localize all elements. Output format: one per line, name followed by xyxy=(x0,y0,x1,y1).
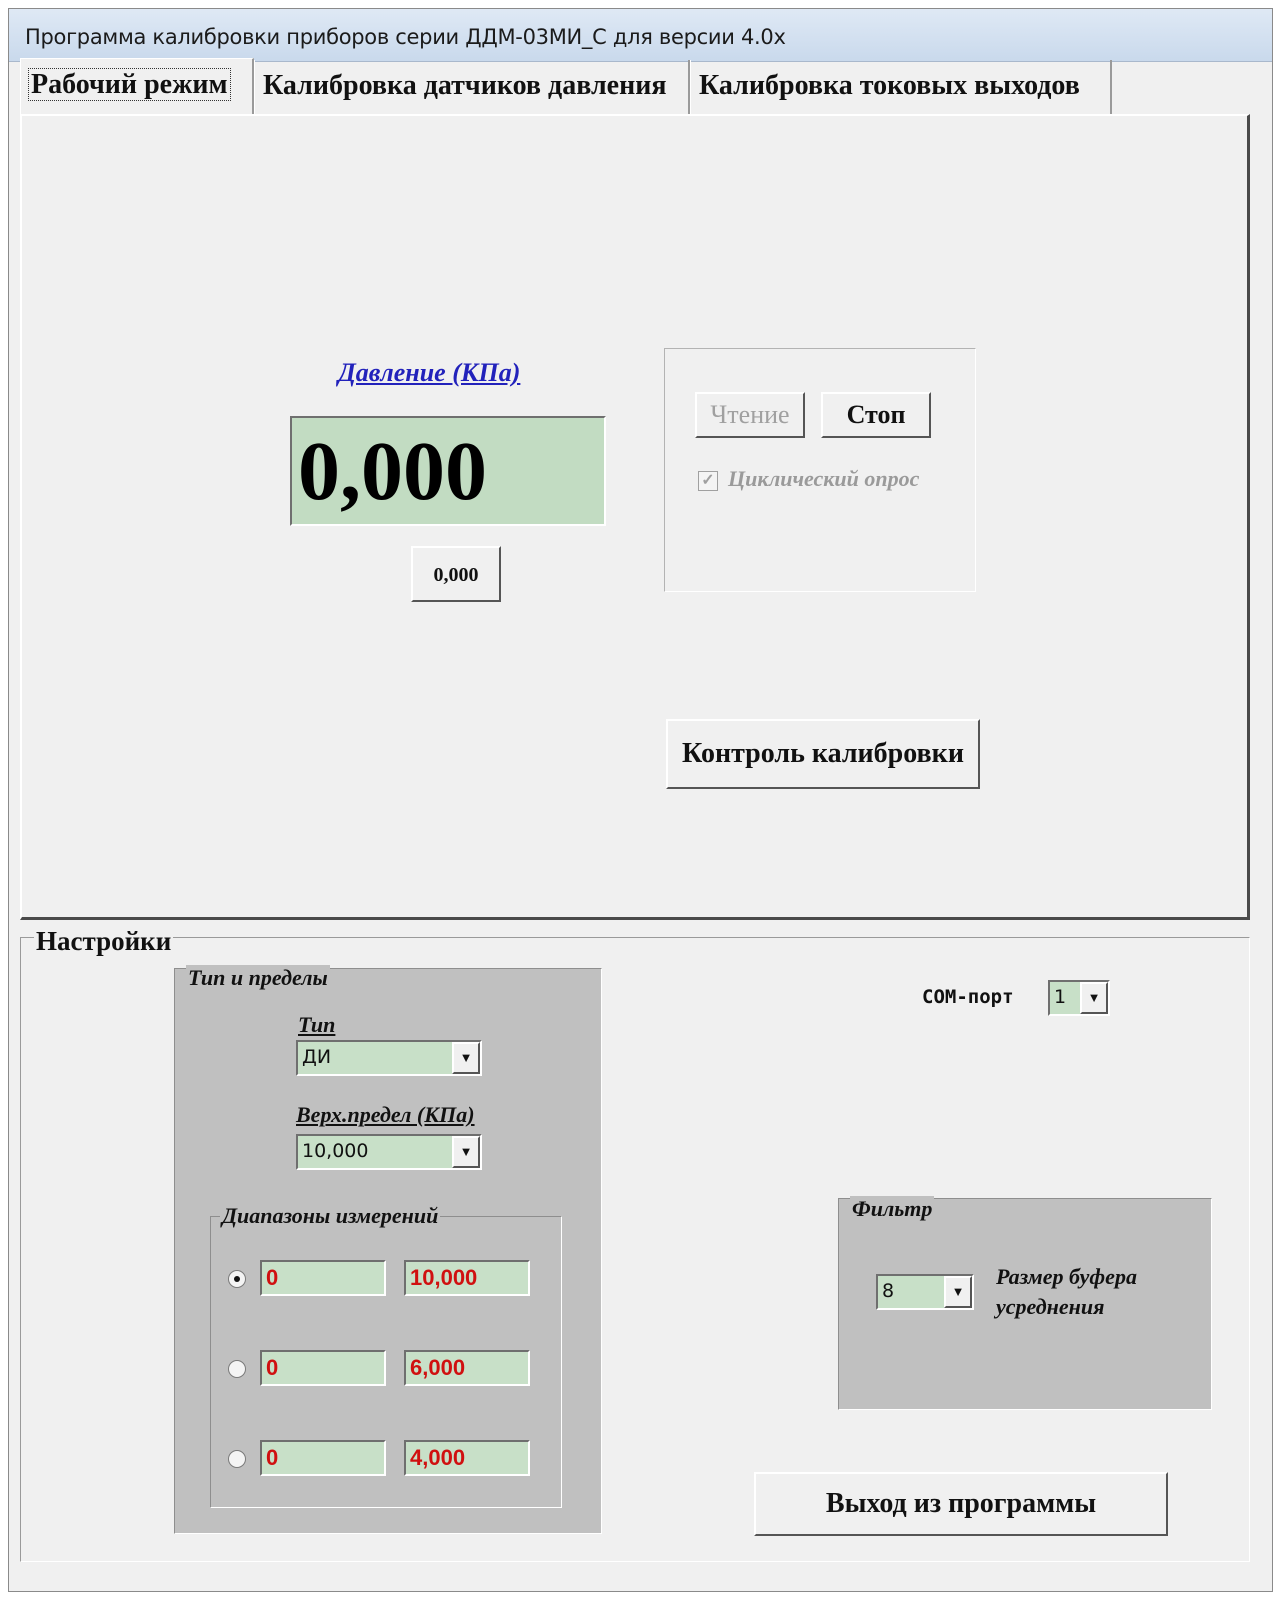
tab-work-mode-label: Рабочий режим xyxy=(28,68,231,101)
range-1-max-input[interactable]: 10,000 xyxy=(404,1260,530,1296)
tab-current-output-calibration[interactable]: Калибровка токовых выходов xyxy=(690,60,1112,114)
chevron-down-icon[interactable]: ▼ xyxy=(452,1042,480,1074)
com-port-select-value: 1 xyxy=(1054,986,1067,1008)
filter-title: Фильтр xyxy=(850,1196,935,1222)
upper-limit-label: Верх.предел (КПа) xyxy=(296,1102,475,1127)
type-select[interactable]: ДИ ▼ xyxy=(296,1040,482,1076)
upper-limit-select[interactable]: 10,000 ▼ xyxy=(296,1134,482,1170)
range-3-min-input[interactable]: 0 xyxy=(260,1440,386,1476)
range-2-max-input[interactable]: 6,000 xyxy=(404,1350,530,1386)
tab-work-mode[interactable]: Рабочий режим xyxy=(20,58,254,116)
cyclic-poll-label: Циклический опрос xyxy=(728,466,920,491)
calibration-control-button[interactable]: Контроль калибровки xyxy=(666,719,980,789)
tab-current-output-calibration-label: Калибровка токовых выходов xyxy=(699,70,1080,101)
pressure-label[interactable]: Давление (КПа) xyxy=(338,358,520,388)
cyclic-poll-checkbox[interactable]: ✓ Циклический опрос xyxy=(698,466,919,492)
checkbox-check-icon: ✓ xyxy=(698,470,718,491)
buffer-size-label: Размер буфера усреднения xyxy=(996,1264,1137,1319)
pressure-value-button[interactable]: 0,000 xyxy=(411,546,501,602)
stop-button[interactable]: Стоп xyxy=(821,392,931,438)
com-port-label: СОМ-порт xyxy=(922,986,1014,1008)
range-1-min-input[interactable]: 0 xyxy=(260,1260,386,1296)
title-bar: Программа калибровки приборов серии ДДМ-… xyxy=(9,9,1272,62)
range-3-max-input[interactable]: 4,000 xyxy=(404,1440,530,1476)
type-limits-title: Тип и пределы xyxy=(186,965,330,991)
range-radio-1[interactable] xyxy=(228,1270,246,1288)
range-radio-2[interactable] xyxy=(228,1360,246,1378)
chevron-down-icon[interactable]: ▼ xyxy=(944,1276,972,1308)
work-mode-panel xyxy=(20,114,1250,920)
settings-title: Настройки xyxy=(34,926,174,957)
chevron-down-icon[interactable]: ▼ xyxy=(452,1136,480,1168)
tab-pressure-calibration[interactable]: Калибровка датчиков давления xyxy=(254,60,690,114)
exit-button[interactable]: Выход из программы xyxy=(754,1472,1168,1536)
buffer-size-select[interactable]: 8 ▼ xyxy=(876,1274,974,1310)
buffer-size-select-value: 8 xyxy=(882,1280,895,1302)
upper-limit-select-value: 10,000 xyxy=(302,1140,369,1162)
measurement-ranges-title: Диапазоны измерений xyxy=(220,1203,441,1229)
window-title: Программа калибровки приборов серии ДДМ-… xyxy=(25,25,786,49)
read-button[interactable]: Чтение xyxy=(695,392,805,438)
range-radio-3[interactable] xyxy=(228,1450,246,1468)
tab-pressure-calibration-label: Калибровка датчиков давления xyxy=(263,70,667,101)
com-port-select[interactable]: 1 ▼ xyxy=(1048,980,1110,1016)
range-2-min-input[interactable]: 0 xyxy=(260,1350,386,1386)
type-label: Тип xyxy=(298,1012,336,1037)
pressure-value: 0,000 xyxy=(298,425,487,518)
pressure-display: 0,000 xyxy=(290,416,606,526)
type-select-value: ДИ xyxy=(302,1046,332,1068)
chevron-down-icon[interactable]: ▼ xyxy=(1080,982,1108,1014)
